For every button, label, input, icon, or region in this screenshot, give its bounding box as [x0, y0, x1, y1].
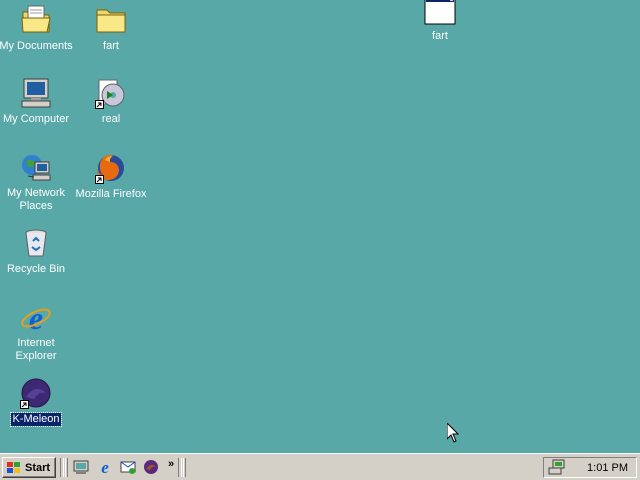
icon-label: Recycle Bin [6, 263, 66, 275]
taskbar-separator [178, 458, 182, 477]
internet-explorer-icon[interactable]: e [97, 459, 113, 475]
task-area-grip[interactable] [183, 458, 186, 477]
recycle-bin-icon [20, 227, 52, 259]
start-label: Start [25, 461, 51, 474]
desktop-icon-my-documents[interactable]: My Documents [0, 4, 74, 54]
shortcut-arrow-icon [20, 400, 29, 409]
icon-label: fart [103, 40, 119, 52]
desktop-icon-fart-application[interactable]: fart [402, 0, 478, 44]
desktop[interactable]: My Documents fart My Computer real My Ne… [0, 0, 640, 453]
svg-text:e: e [29, 302, 43, 334]
desktop-icon-mozilla-firefox[interactable]: Mozilla Firefox [73, 152, 149, 202]
desktop-icon-k-meleon[interactable]: K-Meleon [0, 377, 74, 427]
windows-logo-icon [7, 461, 20, 473]
quick-launch-more-button[interactable]: » [168, 458, 174, 470]
my-computer-icon [20, 77, 52, 109]
icon-label: K-Meleon [10, 412, 62, 427]
mouse-pointer-icon [447, 423, 459, 443]
shortcut-arrow-icon [95, 100, 104, 109]
start-button[interactable]: Start [2, 457, 56, 478]
svg-text:e: e [101, 459, 109, 475]
my-documents-icon [20, 4, 52, 36]
taskbar: Start e » 1:01 PM [0, 453, 640, 480]
outlook-express-icon[interactable] [120, 459, 136, 475]
icon-label: Mozilla Firefox [75, 188, 147, 200]
desktop-icon-real[interactable]: real [73, 77, 149, 127]
taskbar-separator [60, 458, 64, 477]
desktop-icon-fart-folder[interactable]: fart [73, 4, 149, 54]
k-meleon-icon[interactable] [143, 459, 159, 475]
network-connection-icon[interactable] [548, 459, 566, 475]
icon-label: Internet Explorer [15, 337, 57, 362]
quick-launch-grip[interactable] [65, 458, 68, 477]
icon-label: My Computer [2, 113, 70, 125]
realplayer-icon [95, 77, 127, 109]
icon-label: My Network Places [6, 187, 66, 212]
folder-icon [95, 4, 127, 36]
internet-explorer-icon: e [20, 300, 52, 336]
icon-label: real [101, 113, 121, 125]
application-window-icon [424, 0, 456, 26]
show-desktop-icon[interactable] [73, 459, 89, 475]
desktop-icon-internet-explorer[interactable]: e Internet Explorer [0, 300, 74, 364]
k-meleon-icon [20, 377, 52, 409]
desktop-icon-recycle-bin[interactable]: Recycle Bin [0, 227, 74, 277]
icon-label: My Documents [0, 40, 73, 52]
firefox-icon [95, 152, 127, 184]
clock[interactable]: 1:01 PM [587, 462, 628, 474]
shortcut-arrow-icon [95, 175, 104, 184]
system-tray: 1:01 PM [543, 457, 637, 478]
desktop-icon-my-computer[interactable]: My Computer [0, 77, 74, 127]
desktop-icon-my-network-places[interactable]: My Network Places [0, 152, 74, 214]
icon-label: fart [432, 30, 448, 42]
network-places-icon [20, 152, 52, 184]
